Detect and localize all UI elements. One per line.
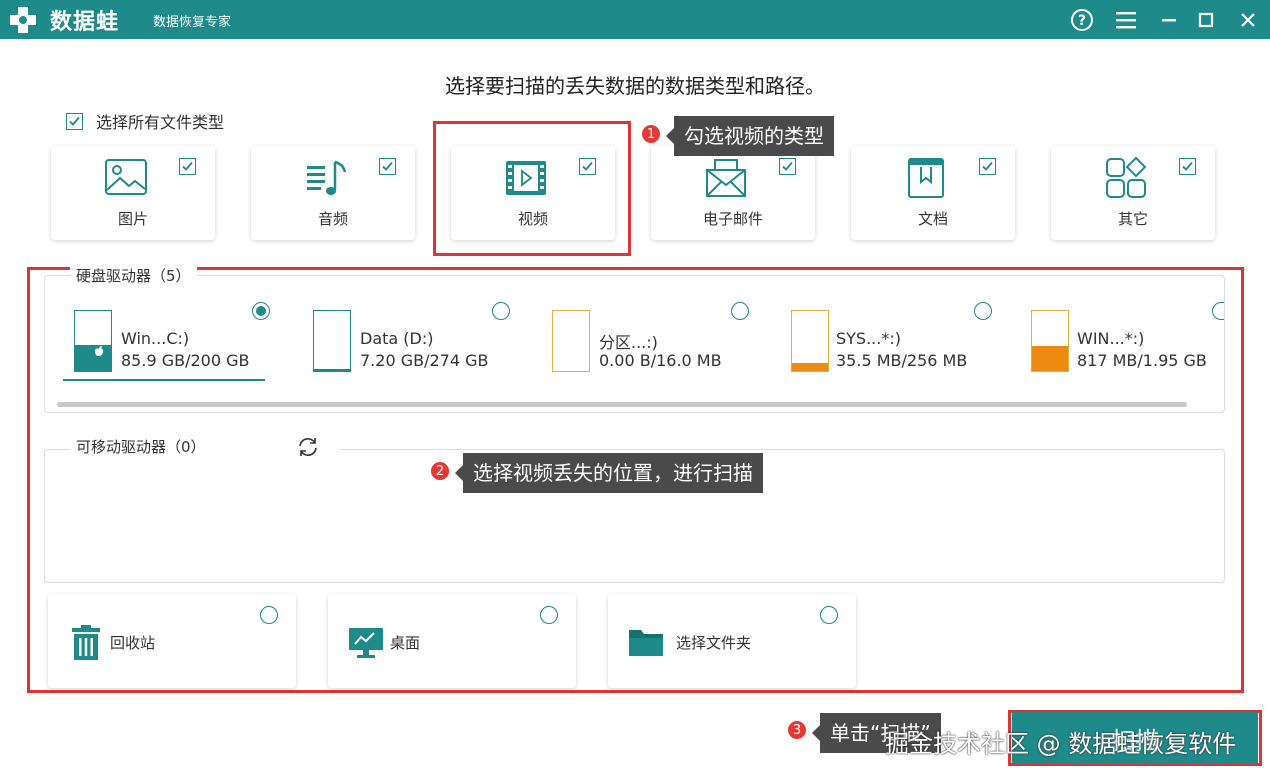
select-all-label: 选择所有文件类型 xyxy=(96,113,225,132)
location-radio[interactable] xyxy=(260,606,278,624)
drive-item[interactable]: WIN...*:) 817 MB/1.95 GB xyxy=(1031,306,1261,382)
callout-tail xyxy=(666,128,674,144)
image-icon xyxy=(105,159,147,195)
drive-size: 35.5 MB/256 MB xyxy=(836,351,968,370)
audio-icon xyxy=(307,160,347,195)
desktop-icon xyxy=(349,628,383,658)
select-all-checkbox[interactable]: 选择所有文件类型 xyxy=(66,109,224,133)
drive-size: 7.20 GB/274 GB xyxy=(360,351,489,370)
type-card-other[interactable]: 其它 xyxy=(1051,146,1215,240)
type-card-image[interactable]: 图片 xyxy=(51,146,215,240)
horizontal-scrollbar[interactable] xyxy=(57,402,1187,407)
drive-size: 817 MB/1.95 GB xyxy=(1077,351,1207,370)
drive-icon xyxy=(791,310,829,372)
annotation-badge-3: 3 xyxy=(786,719,808,741)
annotation-badge-2: 2 xyxy=(429,460,451,482)
refresh-icon[interactable] xyxy=(296,436,320,458)
type-label: 电子邮件 xyxy=(702,210,763,228)
drive-icon xyxy=(313,310,351,372)
drive-radio[interactable] xyxy=(731,302,749,320)
drive-radio[interactable] xyxy=(492,302,510,320)
other-checkbox[interactable] xyxy=(1179,158,1196,175)
drive-icon xyxy=(74,310,112,372)
drive-radio-partial[interactable] xyxy=(1212,302,1224,320)
location-select-folder[interactable]: 选择文件夹 xyxy=(608,594,856,688)
type-label: 其它 xyxy=(1117,210,1148,228)
apple-icon xyxy=(95,346,103,356)
minimize-icon[interactable] xyxy=(1156,7,1182,33)
drive-item[interactable]: Win...C:) 85.9 GB/200 GB xyxy=(74,306,304,382)
watermark: 掘金技术社区 @ 数据蛙恢复软件 xyxy=(885,730,1237,758)
type-label: 文档 xyxy=(917,210,948,228)
selected-underline xyxy=(63,379,265,381)
drive-size: 0.00 B/16.0 MB xyxy=(599,351,722,370)
drive-name: 分区...:) xyxy=(599,333,658,352)
drive-name: WIN...*:) xyxy=(1077,329,1145,348)
trash-icon xyxy=(72,625,100,660)
location-desktop[interactable]: 桌面 xyxy=(328,594,576,688)
type-card-email[interactable]: 电子邮件 xyxy=(651,146,815,240)
annotation-callout-1: 勾选视频的类型 xyxy=(674,116,834,156)
page-heading: 选择要扫描的丢失数据的数据类型和路径。 xyxy=(445,74,825,98)
email-checkbox[interactable] xyxy=(779,158,796,175)
location-radio[interactable] xyxy=(820,606,838,624)
svg-text:?: ? xyxy=(1078,13,1086,29)
drive-name: Win...C:) xyxy=(121,329,190,348)
app-subtitle: 数据恢复专家 xyxy=(153,15,232,30)
drive-radio-selected[interactable] xyxy=(252,302,270,320)
other-icon xyxy=(1106,156,1147,198)
hard-drive-legend: 硬盘驱动器（5） xyxy=(70,265,197,286)
maximize-icon[interactable] xyxy=(1193,7,1219,33)
location-label: 桌面 xyxy=(390,634,421,652)
location-radio[interactable] xyxy=(540,606,558,624)
callout-tail xyxy=(812,725,820,741)
email-icon xyxy=(706,159,746,197)
logo-icon xyxy=(10,7,36,33)
drive-radio[interactable] xyxy=(974,302,992,320)
document-icon xyxy=(908,158,944,198)
location-label: 回收站 xyxy=(110,634,156,652)
drive-item[interactable]: Data (D:) 7.20 GB/274 GB xyxy=(313,306,543,382)
drive-name: Data (D:) xyxy=(360,329,434,348)
drive-icon xyxy=(552,310,590,372)
close-icon[interactable] xyxy=(1235,7,1261,33)
app-brand: 数据蛙 xyxy=(50,10,120,35)
menu-icon[interactable] xyxy=(1113,7,1139,33)
folder-icon xyxy=(629,630,663,656)
help-icon[interactable]: ? xyxy=(1069,7,1095,33)
type-label: 图片 xyxy=(117,210,148,228)
annotation-badge-1: 1 xyxy=(640,123,662,145)
location-label: 选择文件夹 xyxy=(676,634,752,652)
drive-icon xyxy=(1031,310,1069,372)
annotation-callout-2: 选择视频丢失的位置，进行扫描 xyxy=(463,453,763,493)
type-card-audio[interactable]: 音频 xyxy=(251,146,415,240)
audio-checkbox[interactable] xyxy=(379,158,396,175)
type-label: 音频 xyxy=(317,210,348,228)
checkbox-icon xyxy=(66,112,83,130)
callout-tail xyxy=(455,465,463,481)
document-checkbox[interactable] xyxy=(979,158,996,175)
drive-item[interactable]: 分区...:) 0.00 B/16.0 MB xyxy=(552,306,782,382)
drive-name: SYS...*:) xyxy=(836,329,901,348)
type-card-document[interactable]: 文档 xyxy=(851,146,1015,240)
drive-size: 85.9 GB/200 GB xyxy=(121,351,250,370)
image-checkbox[interactable] xyxy=(179,158,196,175)
location-recycle-bin[interactable]: 回收站 xyxy=(48,594,296,688)
annotation-box-video xyxy=(433,121,631,256)
